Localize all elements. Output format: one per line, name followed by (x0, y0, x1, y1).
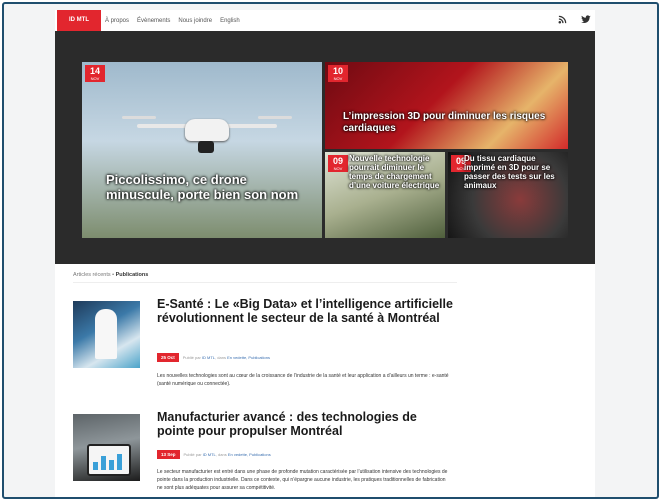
nav-link-evenements[interactable]: Évènements (137, 18, 170, 24)
date-month: NOV (333, 166, 343, 171)
featured-tile-cardiac-tissue[interactable]: 09 NOV Du tissu cardiaque imprimé en 3D … (448, 152, 568, 238)
date-badge: 10 NOV (328, 65, 348, 82)
site-logo[interactable]: ID MTL (57, 10, 101, 31)
article-thumbnail[interactable] (73, 301, 140, 368)
divider (73, 282, 457, 283)
drone-image-rotor (258, 116, 292, 119)
date-day: 09 (332, 156, 343, 166)
article-date-badge: 13 Sep (157, 450, 180, 459)
date-day: 14 (89, 66, 100, 76)
social-links (558, 10, 591, 31)
byline-prefix: Publié par (183, 452, 202, 457)
top-nav: ID MTL À propos Évènements Nous joindre … (55, 10, 595, 32)
byline-in: dans (218, 452, 227, 457)
doctor-figure-image (95, 309, 117, 359)
article-excerpt: Le secteur manufacturier est entré dans … (157, 469, 448, 491)
rss-icon[interactable] (558, 15, 567, 26)
category-links[interactable]: En vedette, Publications (227, 355, 270, 360)
date-month: NOV (90, 76, 100, 81)
date-day: 10 (332, 66, 343, 76)
drone-image-camera (198, 141, 214, 153)
nav-link-english[interactable]: English (220, 18, 240, 24)
featured-title[interactable]: Piccolissimo, ce drone minuscule, porte … (106, 172, 316, 202)
breadcrumb-current: Publications (115, 272, 149, 278)
article-excerpt: Les nouvelles technologies sont au cœur … (157, 373, 449, 387)
date-badge: 14 NOV (85, 65, 105, 82)
article-byline: Publié par ID MTL, dans En vedette, Publ… (183, 452, 271, 457)
author-link[interactable]: ID MTL (202, 355, 215, 360)
featured-title[interactable]: Nouvelle technologie pourrait diminuer l… (349, 154, 441, 190)
nav-links: À propos Évènements Nous joindre English (105, 10, 240, 31)
featured-tile-3d-printing[interactable]: 10 NOV L’impression 3D pour diminuer les… (325, 62, 568, 149)
article-meta: 25 Oct Publié par ID MTL, dans En vedett… (157, 353, 270, 362)
breadcrumb-parent[interactable]: Articles récents (73, 272, 111, 278)
category-links[interactable]: En vedette, Publications (228, 452, 271, 457)
byline-in: dans (217, 355, 226, 360)
featured-title[interactable]: L’impression 3D pour diminuer les risque… (343, 111, 565, 135)
article-title[interactable]: E-Santé : Le «Big Data» et l’intelligenc… (157, 297, 453, 325)
date-month: NOV (333, 76, 343, 81)
featured-tile-ev-charging[interactable]: 09 NOV Nouvelle technologie pourrait dim… (325, 152, 445, 238)
article-byline: Publié par ID MTL, dans En vedette, Publ… (182, 355, 270, 360)
twitter-icon[interactable] (581, 15, 591, 26)
page-container: ID MTL À propos Évènements Nous joindre … (55, 10, 595, 497)
article-title[interactable]: Manufacturier avancé : des technologies … (157, 410, 453, 438)
article-date-badge: 25 Oct (157, 353, 179, 362)
breadcrumb: Articles récents • Publications (73, 272, 148, 278)
drone-image-rotor (122, 116, 156, 119)
article-meta: 13 Sep Publié par ID MTL, dans En vedett… (157, 450, 271, 459)
featured-tile-drone[interactable]: 14 NOV Piccolissimo, ce drone minuscule,… (82, 62, 322, 238)
author-link[interactable]: ID MTL (203, 452, 216, 457)
screenshot-frame: ID MTL À propos Évènements Nous joindre … (2, 2, 659, 499)
date-badge: 09 NOV (328, 155, 348, 172)
article-thumbnail[interactable] (73, 414, 140, 481)
tablet-image (87, 444, 131, 476)
nav-link-nous-joindre[interactable]: Nous joindre (178, 18, 212, 24)
byline-prefix: Publié par (182, 355, 201, 360)
featured-title[interactable]: Du tissu cardiaque imprimé en 3D pour se… (464, 154, 564, 190)
nav-link-a-propos[interactable]: À propos (105, 18, 129, 24)
featured-grid: 14 NOV Piccolissimo, ce drone minuscule,… (55, 31, 595, 264)
drone-image (185, 119, 229, 141)
